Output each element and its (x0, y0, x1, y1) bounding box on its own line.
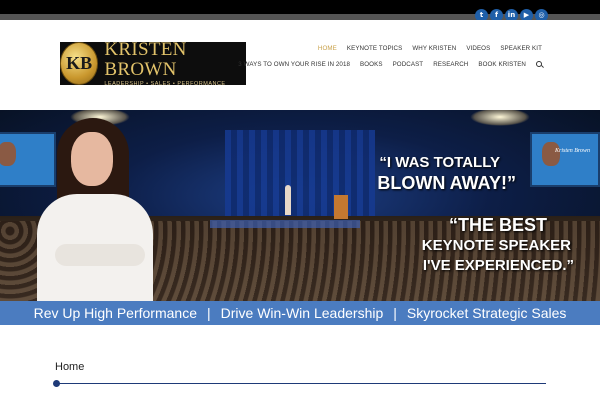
quote-line-5: I'VE EXPERIENCED.” (422, 257, 574, 274)
banner-topic-sales[interactable]: Skyrocket Strategic Sales (407, 305, 567, 321)
quote-line-1: “I WAS TOTALLY (379, 154, 500, 171)
podium (334, 195, 348, 219)
logo-monogram: KB (60, 42, 99, 85)
quote-line-2: BLOWN AWAY!” (377, 173, 516, 193)
screen-face (542, 142, 560, 166)
main-nav-secondary: 3 WAYS TO OWN YOUR RISE IN 2018 BOOKS PO… (238, 61, 542, 68)
main-content: Home (0, 325, 600, 400)
stage (210, 220, 360, 228)
portrait-kristen (35, 116, 155, 301)
site-header: KB KRISTEN BROWN LEADERSHIP • SALES • PE… (0, 20, 600, 110)
main-nav-primary: HOME KEYNOTE TOPICS WHY KRISTEN VIDEOS S… (318, 45, 542, 52)
nav-keynote-topics[interactable]: KEYNOTE TOPICS (347, 45, 403, 52)
stage-curtain (225, 130, 375, 220)
logo-name: KRISTEN BROWN (104, 39, 187, 80)
nav-research[interactable]: RESEARCH (433, 61, 468, 68)
search-icon[interactable] (536, 61, 542, 67)
quote-line-4: KEYNOTE SPEAKER (421, 237, 571, 254)
banner-topic-leadership[interactable]: Drive Win-Win Leadership (221, 305, 384, 321)
speaker-figure (285, 185, 291, 215)
screen-caption: Kristen Brown (555, 148, 590, 154)
logo-text: KRISTEN BROWN LEADERSHIP • SALES • PERFO… (104, 39, 246, 88)
portrait-face (71, 132, 113, 186)
nav-videos[interactable]: VIDEOS (466, 45, 490, 52)
chandelier-light (470, 110, 530, 126)
nav-why-kristen[interactable]: WHY KRISTEN (412, 45, 456, 52)
banner-topic-performance[interactable]: Rev Up High Performance (34, 305, 197, 321)
nav-3-ways[interactable]: 3 WAYS TO OWN YOUR RISE IN 2018 (238, 61, 350, 68)
hero-banner: Kristen Brown “I WAS TOTALLY BLOWN AWAY!… (0, 110, 600, 301)
banner-separator: | (207, 305, 211, 321)
nav-book-kristen[interactable]: BOOK KRISTEN (478, 61, 526, 68)
nav-speaker-kit[interactable]: SPEAKER KIT (500, 45, 542, 52)
portrait-arms (55, 244, 145, 266)
section-divider (56, 383, 546, 384)
breadcrumb: Home (55, 361, 85, 373)
nav-home[interactable]: HOME (318, 45, 337, 52)
site-logo[interactable]: KB KRISTEN BROWN LEADERSHIP • SALES • PE… (60, 39, 246, 88)
banner-separator: | (393, 305, 397, 321)
topics-banner: Rev Up High Performance | Drive Win-Win … (0, 301, 600, 325)
logo-tagline: LEADERSHIP • SALES • PERFORMANCE (104, 81, 226, 87)
nav-podcast[interactable]: PODCAST (393, 61, 424, 68)
quote-line-3: “THE BEST (448, 215, 547, 235)
projection-screen-right: Kristen Brown (530, 132, 600, 187)
nav-books[interactable]: BOOKS (360, 61, 383, 68)
screen-face (0, 142, 16, 166)
